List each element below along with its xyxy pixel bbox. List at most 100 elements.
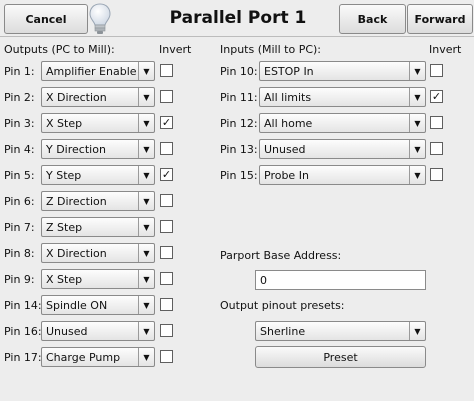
select-value: All limits [264, 91, 312, 104]
select-value: Z Direction [46, 195, 107, 208]
outputs-pin-7-select[interactable]: Z Step ▼ [41, 217, 155, 237]
select-value: Y Step [46, 169, 82, 182]
outputs-pin-7-invert-checkbox[interactable] [160, 220, 173, 233]
inputs-pin-11-invert-checkbox[interactable]: ✓ [430, 90, 443, 103]
chevron-down-icon: ▼ [138, 88, 154, 106]
outputs-pin-14-label: Pin 14: [4, 299, 42, 312]
outputs-invert-heading: Invert [159, 43, 192, 56]
outputs-pin-8-select[interactable]: X Direction ▼ [41, 243, 155, 263]
outputs-pin-6-label: Pin 6: [4, 195, 35, 208]
chevron-down-icon: ▼ [138, 192, 154, 210]
outputs-pin-1-invert-checkbox[interactable] [160, 64, 173, 77]
outputs-pin-16-invert-checkbox[interactable] [160, 324, 173, 337]
lightbulb-icon [88, 2, 112, 36]
preset-select-value: Sherline [260, 325, 306, 338]
outputs-pin-17-invert-checkbox[interactable] [160, 350, 173, 363]
chevron-down-icon: ▼ [138, 244, 154, 262]
forward-button[interactable]: Forward [407, 4, 473, 34]
chevron-down-icon: ▼ [409, 62, 425, 80]
output-pinout-presets-label: Output pinout presets: [220, 299, 345, 312]
outputs-pin-17-label: Pin 17: [4, 351, 42, 364]
outputs-heading: Outputs (PC to Mill): [4, 43, 115, 56]
outputs-pin-5-invert-checkbox[interactable]: ✓ [160, 168, 173, 181]
outputs-pin-3-label: Pin 3: [4, 117, 35, 130]
select-value: Charge Pump [46, 351, 121, 364]
outputs-pin-3-select[interactable]: X Step ▼ [41, 113, 155, 133]
inputs-pin-15-invert-checkbox[interactable] [430, 168, 443, 181]
inputs-pin-15-select[interactable]: Probe In ▼ [259, 165, 426, 185]
select-value: Probe In [264, 169, 309, 182]
select-value: Y Direction [46, 143, 106, 156]
outputs-pin-1-select[interactable]: Amplifier Enable ▼ [41, 61, 155, 81]
back-button[interactable]: Back [339, 4, 406, 34]
outputs-pin-2-invert-checkbox[interactable] [160, 90, 173, 103]
chevron-down-icon: ▼ [409, 322, 425, 340]
preset-button[interactable]: Preset [255, 346, 426, 368]
outputs-pin-14-invert-checkbox[interactable] [160, 298, 173, 311]
select-value: X Step [46, 273, 83, 286]
parport-base-address-label: Parport Base Address: [220, 249, 342, 262]
inputs-pin-13-invert-checkbox[interactable] [430, 142, 443, 155]
chevron-down-icon: ▼ [138, 140, 154, 158]
preset-select[interactable]: Sherline ▼ [255, 321, 426, 341]
outputs-pin-8-invert-checkbox[interactable] [160, 246, 173, 259]
select-value: Amplifier Enable [46, 65, 137, 78]
select-value: X Direction [46, 247, 107, 260]
inputs-pin-10-select[interactable]: ESTOP In ▼ [259, 61, 426, 81]
outputs-pin-3-invert-checkbox[interactable]: ✓ [160, 116, 173, 129]
chevron-down-icon: ▼ [138, 62, 154, 80]
outputs-pin-17-select[interactable]: Charge Pump ▼ [41, 347, 155, 367]
select-value: ESTOP In [264, 65, 314, 78]
outputs-pin-4-select[interactable]: Y Direction ▼ [41, 139, 155, 159]
chevron-down-icon: ▼ [138, 166, 154, 184]
inputs-pin-11-label: Pin 11: [220, 91, 258, 104]
page-title: Parallel Port 1 [169, 8, 307, 28]
cancel-button[interactable]: Cancel [4, 4, 88, 34]
outputs-pin-2-select[interactable]: X Direction ▼ [41, 87, 155, 107]
chevron-down-icon: ▼ [138, 296, 154, 314]
inputs-pin-15-label: Pin 15: [220, 169, 258, 182]
header-separator [0, 36, 474, 37]
outputs-pin-6-invert-checkbox[interactable] [160, 194, 173, 207]
outputs-pin-2-label: Pin 2: [4, 91, 35, 104]
select-value: All home [264, 117, 313, 130]
chevron-down-icon: ▼ [138, 348, 154, 366]
outputs-pin-1-label: Pin 1: [4, 65, 35, 78]
chevron-down-icon: ▼ [138, 114, 154, 132]
chevron-down-icon: ▼ [138, 218, 154, 236]
select-value: X Step [46, 117, 83, 130]
outputs-pin-16-select[interactable]: Unused ▼ [41, 321, 155, 341]
outputs-pin-5-select[interactable]: Y Step ▼ [41, 165, 155, 185]
outputs-pin-9-select[interactable]: X Step ▼ [41, 269, 155, 289]
inputs-pin-12-label: Pin 12: [220, 117, 258, 130]
inputs-pin-10-label: Pin 10: [220, 65, 258, 78]
chevron-down-icon: ▼ [409, 88, 425, 106]
outputs-pin-14-select[interactable]: Spindle ON ▼ [41, 295, 155, 315]
chevron-down-icon: ▼ [409, 140, 425, 158]
select-value: Unused [264, 143, 306, 156]
chevron-down-icon: ▼ [409, 114, 425, 132]
inputs-pin-11-select[interactable]: All limits ▼ [259, 87, 426, 107]
chevron-down-icon: ▼ [409, 166, 425, 184]
outputs-pin-9-invert-checkbox[interactable] [160, 272, 173, 285]
inputs-pin-12-select[interactable]: All home ▼ [259, 113, 426, 133]
select-value: X Direction [46, 91, 107, 104]
outputs-pin-8-label: Pin 8: [4, 247, 35, 260]
inputs-pin-10-invert-checkbox[interactable] [430, 64, 443, 77]
inputs-heading: Inputs (Mill to PC): [220, 43, 322, 56]
inputs-pin-13-select[interactable]: Unused ▼ [259, 139, 426, 159]
outputs-pin-6-select[interactable]: Z Direction ▼ [41, 191, 155, 211]
chevron-down-icon: ▼ [138, 322, 154, 340]
parport-base-address-field[interactable]: 0 [255, 270, 426, 290]
select-value: Spindle ON [46, 299, 108, 312]
outputs-pin-4-invert-checkbox[interactable] [160, 142, 173, 155]
inputs-pin-12-invert-checkbox[interactable] [430, 116, 443, 129]
outputs-pin-16-label: Pin 16: [4, 325, 42, 338]
inputs-pin-13-label: Pin 13: [220, 143, 258, 156]
outputs-pin-5-label: Pin 5: [4, 169, 35, 182]
select-value: Z Step [46, 221, 83, 234]
outputs-pin-9-label: Pin 9: [4, 273, 35, 286]
outputs-pin-4-label: Pin 4: [4, 143, 35, 156]
chevron-down-icon: ▼ [138, 270, 154, 288]
select-value: Unused [46, 325, 88, 338]
